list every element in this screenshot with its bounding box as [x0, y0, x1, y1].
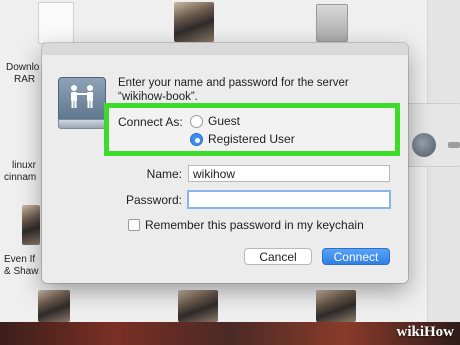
guest-label[interactable]: Guest: [208, 114, 240, 128]
disc-icon: [412, 133, 436, 157]
image-thumbnail[interactable]: [38, 290, 70, 322]
registered-user-radio[interactable]: Registered User: [190, 132, 295, 146]
file-thumbnail[interactable]: [38, 2, 74, 44]
remember-password-option[interactable]: Remember this password in my keychain: [128, 218, 364, 232]
image-thumbnail[interactable]: [22, 205, 40, 245]
file-label[interactable]: linuxr: [12, 160, 36, 172]
radio-unchecked-icon[interactable]: [190, 114, 203, 128]
connect-button[interactable]: Connect: [322, 248, 390, 265]
prompt-line: Enter your name and password for the ser…: [118, 77, 349, 89]
server-name: “wikihow-book”.: [118, 91, 198, 103]
image-thumbnail[interactable]: [178, 290, 218, 322]
file-label[interactable]: RAR: [14, 74, 35, 86]
name-label: Name:: [146, 167, 182, 181]
registered-user-label[interactable]: Registered User: [208, 132, 295, 146]
radio-checked-icon[interactable]: [190, 132, 203, 146]
server-users-icon: [58, 77, 106, 129]
image-thumbnail[interactable]: [316, 290, 356, 322]
panel-bar: [448, 142, 460, 148]
connect-as-highlight: [104, 103, 400, 156]
wikihow-watermark: wikiHow: [396, 324, 454, 340]
file-label[interactable]: Even If: [4, 254, 35, 266]
name-field[interactable]: [188, 165, 390, 182]
remember-label[interactable]: Remember this password in my keychain: [145, 218, 364, 232]
remember-checkbox[interactable]: [128, 219, 140, 231]
image-thumbnail[interactable]: [174, 2, 214, 42]
file-label[interactable]: & Shaw: [4, 266, 38, 278]
finder-scroll-area: [427, 0, 460, 345]
guest-radio[interactable]: Guest: [190, 114, 240, 128]
connect-as-label: Connect As:: [118, 115, 183, 129]
desktop-wallpaper: [0, 322, 460, 345]
file-label[interactable]: cinnam: [4, 172, 36, 184]
cancel-button[interactable]: Cancel: [244, 248, 312, 265]
drive-thumbnail[interactable]: [316, 4, 348, 42]
password-label: Password:: [125, 193, 182, 207]
dialog-prompt: Enter your name and password for the ser…: [118, 76, 398, 104]
file-label[interactable]: Downlo: [6, 62, 39, 74]
password-field[interactable]: [187, 190, 391, 209]
dialog-titlebar: [42, 43, 408, 55]
